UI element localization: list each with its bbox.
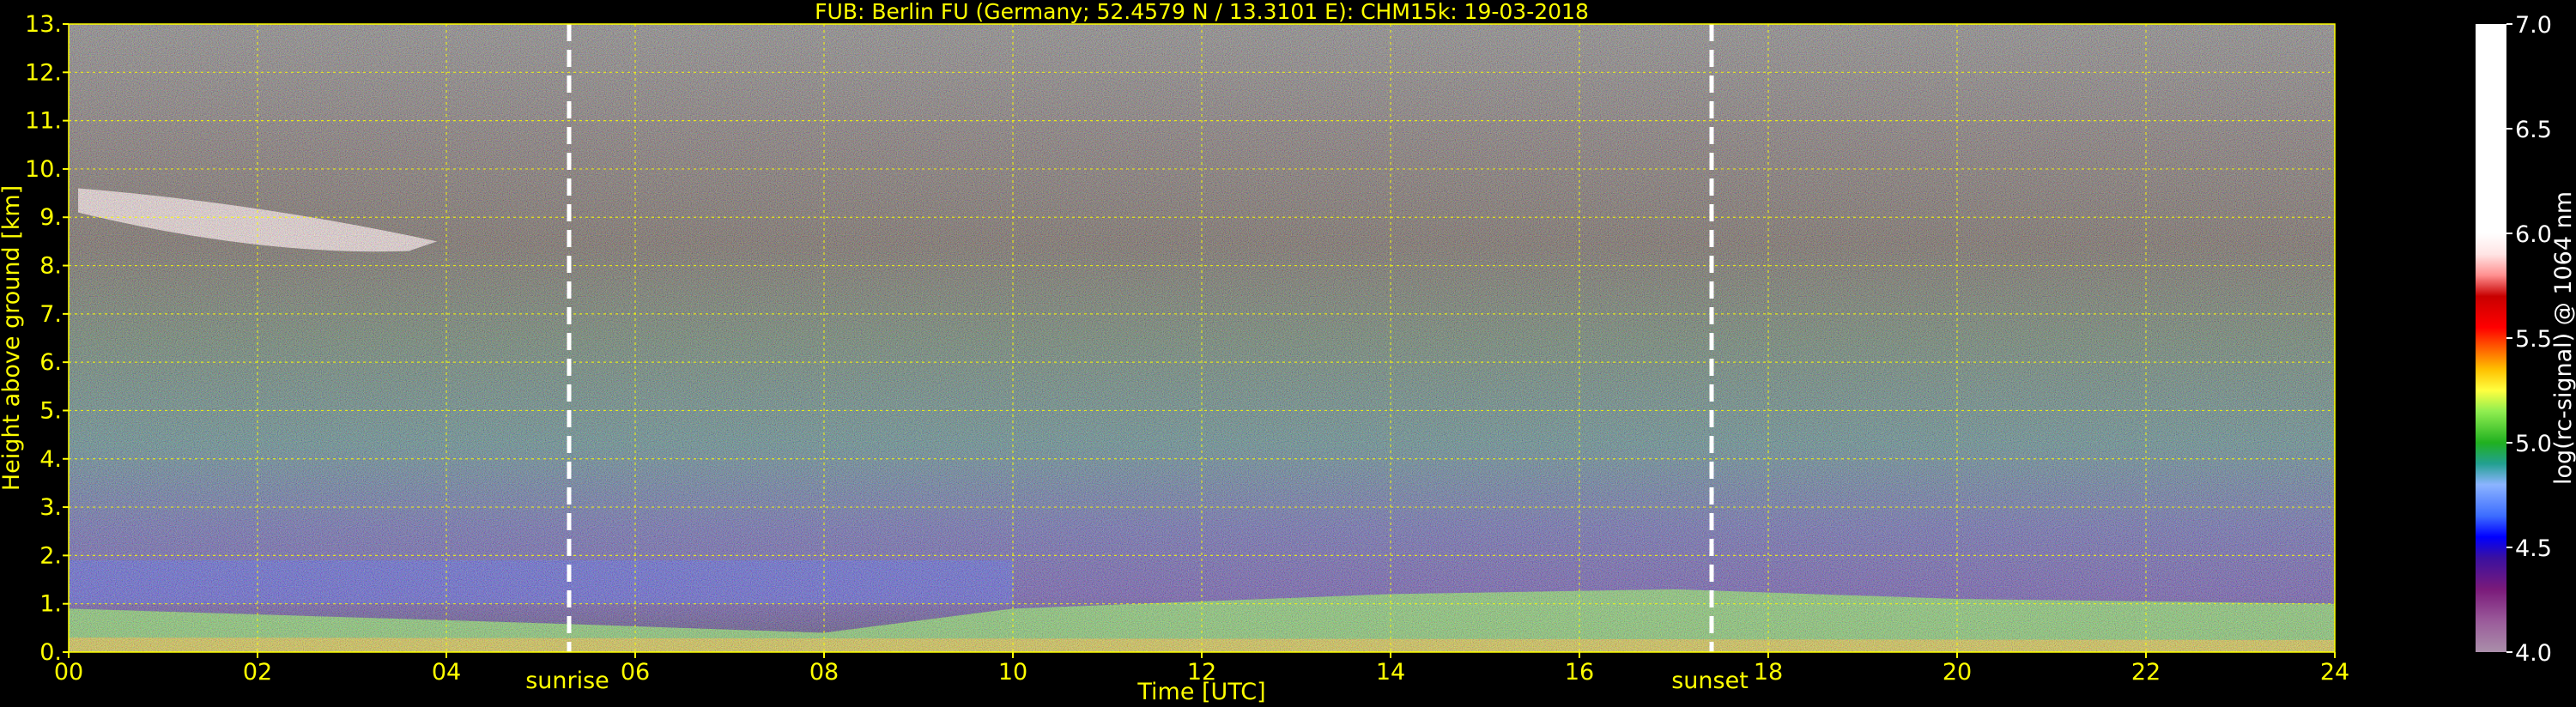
y-tick-label: 10.: [25, 156, 62, 183]
colorbar-tick-label: 5.0: [2515, 431, 2552, 457]
y-tick-label: 13.: [25, 11, 62, 38]
x-axis-label: Time [UTC]: [1136, 679, 1265, 705]
colorbar-scale: [2476, 24, 2506, 652]
x-tick-label: 16: [1565, 659, 1594, 686]
y-tick-label: 0.: [39, 639, 62, 666]
y-tick-label: 3.: [39, 494, 62, 521]
chart-title: FUB: Berlin FU (Germany; 52.4579 N / 13.…: [815, 0, 1589, 24]
y-tick-label: 8.: [39, 253, 62, 280]
y-axis-label: Height above ground [km]: [0, 185, 25, 491]
colorbar-tick-label: 7.0: [2515, 12, 2552, 39]
colorbar-label: log(rc-signal) @ 1064 nm: [2550, 191, 2576, 485]
x-tick-label: 10: [998, 659, 1027, 686]
x-tick-label: 08: [809, 659, 839, 686]
colorbar-tick-label: 6.0: [2515, 221, 2552, 248]
y-tick-label: 7.: [39, 301, 62, 328]
colorbar-tick-label: 4.0: [2515, 640, 2552, 667]
x-tick-label: 14: [1376, 659, 1405, 686]
y-tick-label: 11.: [25, 108, 62, 135]
colorbar-tick-label: 4.5: [2515, 535, 2552, 562]
y-tick-label: 12.: [25, 59, 62, 86]
x-tick-label: 18: [1754, 659, 1783, 686]
plot-area: [69, 24, 2335, 652]
sunrise-label: sunrise: [525, 668, 609, 694]
x-tick-label: 22: [2131, 659, 2161, 686]
y-tick-label: 1.: [39, 591, 62, 618]
x-tick-label: 04: [432, 659, 461, 686]
y-tick-label: 4.: [39, 446, 62, 473]
y-tick-label: 5.: [39, 397, 62, 424]
colorbar-tick-label: 6.5: [2515, 117, 2552, 143]
x-tick-label: 02: [243, 659, 272, 686]
colorbar: 4.0 4.5 5.0 5.5 6.0 6.5 7.0 log(rc-signal) @ 1…: [2476, 12, 2576, 667]
chart: 00 02 04 06 08 10 12 14 16 18 20 22 240.1.2.3.4.5.6.…: [0, 0, 2576, 705]
x-tick-label: 24: [2320, 659, 2349, 686]
x-tick-label: 06: [621, 659, 650, 686]
y-tick-label: 2.: [39, 542, 62, 569]
y-tick-label: 6.: [39, 349, 62, 376]
sunset-label: sunset: [1671, 668, 1749, 694]
y-tick-label: 9.: [39, 204, 62, 231]
x-tick-label: 20: [1943, 659, 1972, 686]
colorbar-ticks: 4.0 4.5 5.0 5.5 6.0 6.5 7.0: [2506, 12, 2552, 667]
colorbar-tick-label: 5.5: [2515, 326, 2552, 353]
